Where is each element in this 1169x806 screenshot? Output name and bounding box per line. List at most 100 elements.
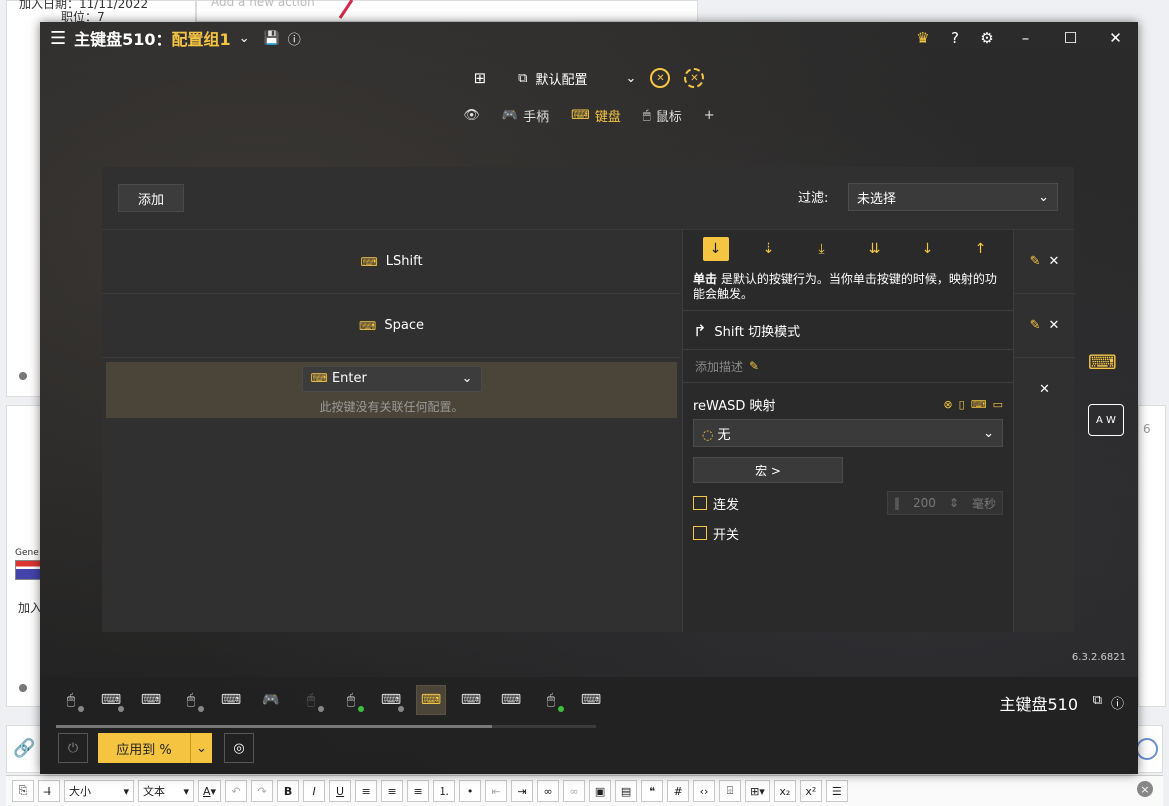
chevron-down-icon[interactable]: ⌄ (239, 31, 250, 46)
turbo-checkbox[interactable] (693, 496, 707, 510)
undo-icon[interactable]: ↶ (225, 780, 248, 802)
xbox-icon[interactable]: ✕ (650, 68, 671, 88)
fontsize-select[interactable]: 大小 ▾ (64, 780, 134, 802)
link-icon[interactable]: 🔗 (13, 738, 35, 759)
mapping-select[interactable]: ◌ 无 ⌄ (693, 419, 1003, 447)
crown-icon[interactable]: ♛ (907, 29, 939, 47)
superscript-icon[interactable]: x² (799, 780, 822, 802)
radio-dot-2[interactable] (19, 684, 27, 692)
tab-gamepad[interactable]: 🎮 手柄 (502, 106, 549, 125)
device-keyboard[interactable]: ⌨ (216, 685, 246, 715)
long-press-icon[interactable]: ⤓ (809, 237, 835, 261)
key-row-lshift[interactable]: ⌨ LShift (102, 230, 681, 294)
menu-icon[interactable]: ☰ (50, 28, 66, 49)
mouse-small-icon[interactable]: ▯ (959, 398, 965, 411)
config-select[interactable]: ⧉ 默认配置 ⌄ (518, 69, 636, 88)
format-select[interactable]: 文本 ▾ (138, 780, 194, 802)
hashtag-icon[interactable]: # (667, 780, 690, 802)
align-left-icon[interactable]: ≡ (355, 780, 378, 802)
grid-icon[interactable]: ⊞ (474, 69, 487, 87)
shift-mode-row[interactable]: ↱ Shift 切换模式 (683, 311, 1013, 350)
media-icon[interactable]: ▤ (615, 780, 638, 802)
tab-mouse[interactable]: 🖱 鼠标 (643, 106, 682, 125)
single-press-icon[interactable]: ↓ (702, 237, 729, 261)
turbo-ms-input[interactable]: ‖ 200 ⇕ 毫秒 (887, 491, 1003, 515)
indent-icon[interactable]: ⇥ (511, 780, 534, 802)
help-circle-icon[interactable] (1136, 738, 1158, 760)
scrollbar-thumb[interactable] (56, 725, 492, 728)
info-icon[interactable]: ⓘ (1111, 693, 1124, 712)
hr-icon[interactable]: ☰ (825, 780, 848, 802)
close-icon[interactable]: ✕ (1039, 382, 1050, 397)
info-icon[interactable]: ⓘ (288, 29, 301, 48)
add-tab-button[interactable]: + (704, 108, 715, 123)
tab-overview[interactable]: 👁 (463, 108, 480, 123)
device-keyboard[interactable]: ⌨ (96, 685, 126, 715)
device-mouse[interactable]: 🖱 (336, 685, 366, 715)
save-icon[interactable]: 💾 (264, 31, 280, 46)
table-icon[interactable]: ⊞▾ (745, 780, 770, 802)
device-keyboard[interactable]: ⌨ (576, 685, 606, 715)
image-icon[interactable]: ▣ (589, 780, 612, 802)
bullet-list-icon[interactable]: • (459, 780, 482, 802)
device-keyboard[interactable]: ⌨ (376, 685, 406, 715)
clear-format-icon[interactable]: I̶ (38, 780, 60, 802)
add-button[interactable]: 添加 (118, 184, 184, 212)
xbox-multi-icon[interactable]: ✕ (684, 68, 705, 88)
target-icon[interactable]: ◎ (224, 733, 254, 763)
code-icon[interactable]: ‹› (693, 780, 716, 802)
unlink-icon[interactable]: ∞ (563, 780, 586, 802)
minimize-button[interactable]: – (1003, 29, 1048, 47)
triple-press-icon[interactable]: ⇊ (862, 237, 888, 261)
device-mouse[interactable]: 🖱 (56, 685, 86, 715)
close-icon[interactable]: ✕ (1049, 318, 1060, 333)
config-title[interactable]: 配置组1 (172, 26, 231, 50)
pencil-icon[interactable]: ✎ (1030, 254, 1041, 269)
key-row-enter[interactable]: ⌨ Enter ⌄ 此按键没有关联任何配置。 (106, 362, 677, 418)
keyboard-small-icon[interactable]: ⌨ (971, 398, 987, 411)
device-keyboard[interactable]: ⌨ (496, 685, 526, 715)
italic-icon[interactable]: I (303, 780, 326, 802)
key-row-space[interactable]: ⌨ Space (102, 294, 681, 358)
close-circle-icon[interactable]: × (1137, 781, 1153, 797)
terminal-icon[interactable]: ▭ (993, 398, 1003, 411)
close-icon[interactable]: ✕ (1049, 254, 1060, 269)
php-icon[interactable]: ⌹ (719, 780, 742, 802)
add-description-row[interactable]: 添加描述 ✎ (683, 350, 1013, 383)
keymap-overlay-icon[interactable]: A W (1088, 404, 1124, 436)
device-mouse[interactable]: 🖱 (536, 685, 566, 715)
subscript-icon[interactable]: x₂ (773, 780, 796, 802)
align-right-icon[interactable]: ≡ (407, 780, 430, 802)
apply-dropdown[interactable]: ⌄ (190, 733, 212, 763)
pencil-icon[interactable]: ✎ (1030, 318, 1041, 333)
bold-icon[interactable]: B (277, 780, 300, 802)
device-keyboard[interactable]: ⌨ (136, 685, 166, 715)
add-action-input[interactable]: Add a new action (211, 0, 315, 9)
filter-select[interactable]: 未选择 ⌄ (848, 183, 1058, 211)
tab-keyboard[interactable]: ⌨ 键盘 (571, 106, 621, 125)
device-scrollbar[interactable] (56, 725, 596, 728)
power-button[interactable]: ⏻ (58, 733, 88, 763)
toggle-checkbox[interactable] (693, 526, 707, 540)
apply-button[interactable]: 应用到 % (98, 733, 190, 763)
down-icon[interactable]: ↓ (915, 237, 941, 261)
font-color-button[interactable]: A ▾ (198, 780, 222, 802)
enter-key-select[interactable]: ⌨ Enter ⌄ (301, 365, 482, 392)
radio-dot[interactable] (19, 372, 27, 380)
device-gamepad-bt[interactable]: 🎮 (256, 685, 286, 715)
maximize-button[interactable]: ☐ (1048, 29, 1093, 47)
keyboard-side-icon[interactable]: ⌨ (1088, 350, 1117, 374)
underline-icon[interactable]: U (329, 780, 352, 802)
device-mouse[interactable]: 🖱 (176, 685, 206, 715)
help-icon[interactable]: ? (939, 29, 971, 47)
gear-icon[interactable]: ⚙ (971, 29, 1003, 47)
double-press-icon[interactable]: ⇣ (756, 237, 782, 261)
source-icon[interactable]: ⎘ (12, 780, 34, 802)
stepper-icon[interactable]: ⇕ (949, 496, 959, 510)
add-action-card[interactable]: Add a new action (196, 0, 698, 22)
up-icon[interactable]: ↑ (968, 237, 994, 261)
redo-icon[interactable]: ↷ (251, 780, 274, 802)
device-keyboard[interactable]: ⌨ (456, 685, 486, 715)
align-center-icon[interactable]: ≡ (381, 780, 404, 802)
device-mouse[interactable]: 🖱 (296, 685, 326, 715)
